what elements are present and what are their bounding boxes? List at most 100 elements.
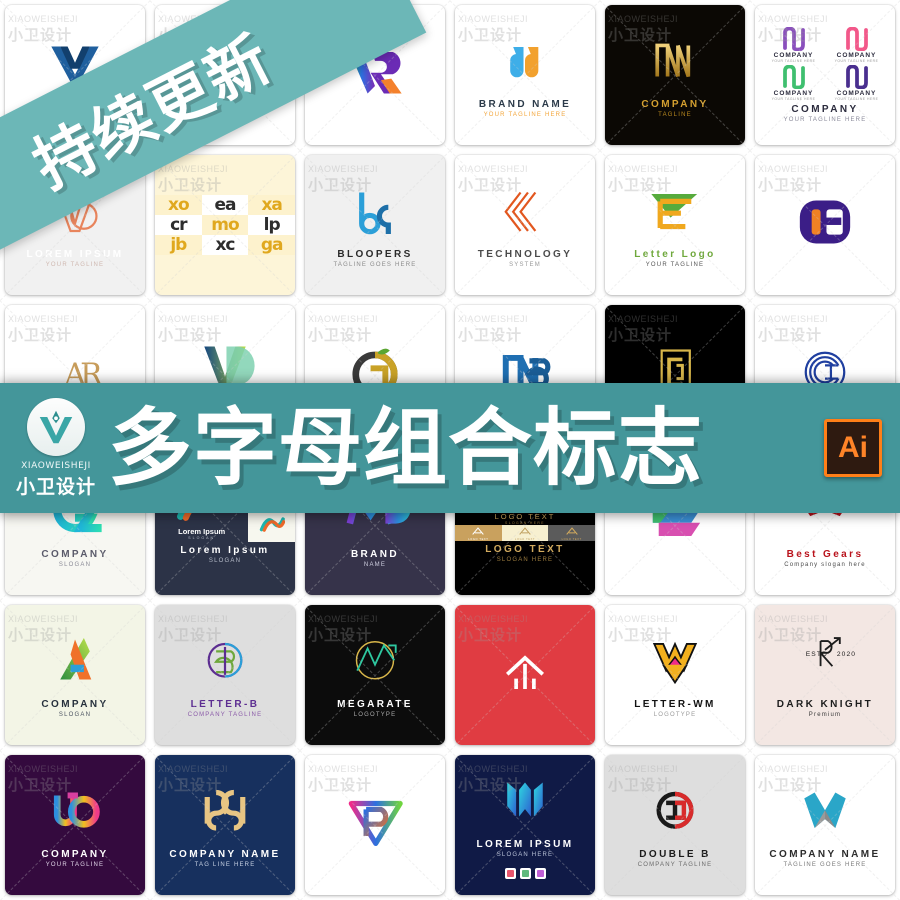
logo-card-subtitle: YOUR TAGLINE — [45, 862, 105, 868]
logo-card-cell: ESTD 2020 DARK KNIGHT Premium — [750, 600, 900, 750]
logo-card-content: LETTER-WM LOGOTYPE — [605, 605, 745, 745]
four-company-icon: COMPANY YOUR TAGLINE HERE COMPANY YOUR T… — [755, 27, 895, 101]
logo-card[interactable]: LETTER-B COMPANY TAGLINE — [155, 605, 295, 745]
logo-card-content: LETTER-B COMPANY TAGLINE — [155, 605, 295, 745]
logo-card-subtitle: SLOGAN — [208, 558, 242, 564]
logo-card-content: BLOOPERS TAGLINE GOES HERE — [305, 155, 445, 295]
logo-card-title: LOREM IPSUM — [476, 838, 574, 850]
logo-card-title: BLOOPERS — [337, 249, 413, 260]
logo-card[interactable]: TECHNOLOGY SYSTEM — [455, 155, 595, 295]
logo-card-content: MEGARATE LOGOTYPE — [305, 605, 445, 745]
logo-card-title: COMPANY NAME — [769, 849, 881, 860]
social-swatch — [519, 867, 531, 879]
logo-card-content — [305, 755, 445, 895]
logo-card[interactable]: BLOOPERS TAGLINE GOES HERE — [305, 155, 445, 295]
logo-card-subtitle: SLOGAN HERE — [496, 557, 554, 563]
logo-card-subtitle: SLOGAN HERE — [496, 851, 554, 858]
logo-card[interactable] — [305, 755, 445, 895]
bb-red-black-icon — [605, 782, 745, 846]
m-arrow-circle-icon — [305, 632, 445, 696]
logo-card[interactable]: COMPANY YOUR TAGLINE HERE COMPANY YOUR T… — [755, 5, 895, 145]
logo-card-subtitle: YOUR TAGLINE — [645, 262, 705, 268]
wm-gold-icon — [605, 632, 745, 696]
logo-card[interactable] — [455, 605, 595, 745]
logo-card-title: Letter Logo — [634, 249, 716, 260]
a-triangle-icon — [5, 632, 145, 696]
logo-card-cell: BRAND NAME YOUR TAGLINE HERE — [450, 0, 600, 150]
logo-card-content: COMPANY NAME TAG LINE HERE — [155, 755, 295, 895]
logo-card-cell: COMPANY YOUR TAGLINE — [0, 750, 150, 900]
b-knot-icon — [155, 632, 295, 696]
svg-text:2020: 2020 — [837, 651, 856, 658]
bq-monogram-icon — [305, 182, 445, 246]
logo-card-subtitle: Premium — [808, 712, 842, 718]
logo-card-subtitle: COMPANY TAGLINE — [637, 862, 713, 868]
jo-gradient-icon — [5, 782, 145, 846]
logo-card-content: LOREM IPSUM SLOGAN HERE — [455, 755, 595, 895]
logo-card-content: Letter Logo YOUR TAGLINE — [605, 155, 745, 295]
logo-card-title: COMPANY — [41, 849, 109, 860]
logo-card-subtitle: SLOGAN — [58, 712, 92, 718]
logo-card-cell: BLOOPERS TAGLINE GOES HERE — [300, 150, 450, 300]
ww-blue-icon — [455, 772, 595, 836]
pen-nib-icon — [27, 397, 85, 456]
brand-logo-cn: 小卫设计 — [15, 475, 96, 498]
logo-card[interactable]: COMPANY SLOGAN — [5, 605, 145, 745]
social-swatch — [504, 867, 516, 879]
brand-logo: XIAOWEISHEJI 小卫设计 — [8, 397, 104, 499]
ai-file-badge: Ai — [824, 419, 882, 477]
logo-card[interactable]: COMPANY TAGLINE — [605, 5, 745, 145]
logo-card-content: COMPANY YOUR TAGLINE — [5, 755, 145, 895]
logo-card[interactable]: xo ea xa cr mo lp jb xc ga — [155, 155, 295, 295]
logo-card[interactable]: COMPANY NAME TAGLINE GOES HERE — [755, 755, 895, 895]
logo-card[interactable]: BRAND NAME YOUR TAGLINE HERE — [455, 5, 595, 145]
logo-card-title: COMPANY — [641, 99, 709, 110]
h-rounded-icon — [755, 193, 895, 257]
logo-card-content — [755, 155, 895, 295]
logo-card-title: COMPANY — [41, 549, 109, 560]
logo-card-title: LOREM IPSUM — [26, 249, 124, 260]
poster-root: MWA BRAND NAMEYOUR TAGLINE HERE COMPANYT… — [0, 0, 900, 900]
letter-grid-icon: xo ea xa cr mo lp jb xc ga — [155, 195, 295, 255]
logo-card[interactable]: Letter Logo YOUR TAGLINE — [605, 155, 745, 295]
logo-card-title: COMPANY — [41, 699, 109, 710]
logo-card-subtitle: NAME — [363, 562, 387, 568]
logo-card-title: LOGO TEXT — [485, 544, 565, 555]
logo-card-content: BRAND NAME YOUR TAGLINE HERE — [455, 5, 595, 145]
logo-card-content: TECHNOLOGY SYSTEM — [455, 155, 595, 295]
logo-card[interactable]: LOREM IPSUM SLOGAN HERE — [455, 755, 595, 895]
logo-card[interactable]: COMPANY NAME TAG LINE HERE — [155, 755, 295, 895]
logo-card[interactable]: ESTD 2020 DARK KNIGHT Premium — [755, 605, 895, 745]
logo-card-subtitle: LOGOTYPE — [353, 712, 397, 718]
logo-card[interactable]: LETTER-WM LOGOTYPE — [605, 605, 745, 745]
social-swatch — [534, 867, 546, 879]
logo-card-cell: COMPANY NAME TAG LINE HERE — [150, 750, 300, 900]
logo-card-cell: COMPANY NAME TAGLINE GOES HERE — [750, 750, 900, 900]
logo-card-subtitle: YOUR TAGLINE — [45, 262, 105, 268]
logo-card-content: COMPANY SLOGAN — [5, 605, 145, 745]
logo-card-cell: COMPANY TAGLINE — [600, 0, 750, 150]
m-isometric-icon — [755, 782, 895, 846]
logo-card-content: COMPANY YOUR TAGLINE HERE COMPANY YOUR T… — [755, 5, 895, 145]
logo-card[interactable]: MEGARATE LOGOTYPE — [305, 605, 445, 745]
logo-card-cell: COMPANY YOUR TAGLINE HERE COMPANY YOUR T… — [750, 0, 900, 150]
logo-card-subtitle: YOUR TAGLINE HERE — [783, 117, 867, 123]
logo-card-title: COMPANY NAME — [169, 849, 281, 860]
knight-bow-icon: ESTD 2020 — [755, 632, 895, 696]
logo-card-cell: LOREM IPSUM SLOGAN HERE — [450, 750, 600, 900]
logo-card-content — [455, 605, 595, 745]
bb-ornament-icon — [155, 782, 295, 846]
logo-card[interactable] — [755, 155, 895, 295]
logo-card-cell — [450, 600, 600, 750]
cc-chevron-icon — [455, 182, 595, 246]
logo-card-content: COMPANY NAME TAGLINE GOES HERE — [755, 755, 895, 895]
logo-card-subtitle: Company slogan here — [784, 562, 866, 568]
logo-card-cell: Letter Logo YOUR TAGLINE — [600, 150, 750, 300]
logo-card[interactable]: DOUBLE B COMPANY TAGLINE — [605, 755, 745, 895]
logo-card-cell: COMPANY SLOGAN — [0, 600, 150, 750]
logo-card-subtitle: TAG LINE HERE — [194, 862, 256, 868]
logo-card-subtitle: YOUR TAGLINE HERE — [483, 112, 567, 118]
logo-card[interactable]: COMPANY YOUR TAGLINE — [5, 755, 145, 895]
logo-card-subtitle: TAGLINE GOES HERE — [333, 262, 417, 268]
logo-card-cell: MEGARATE LOGOTYPE — [300, 600, 450, 750]
